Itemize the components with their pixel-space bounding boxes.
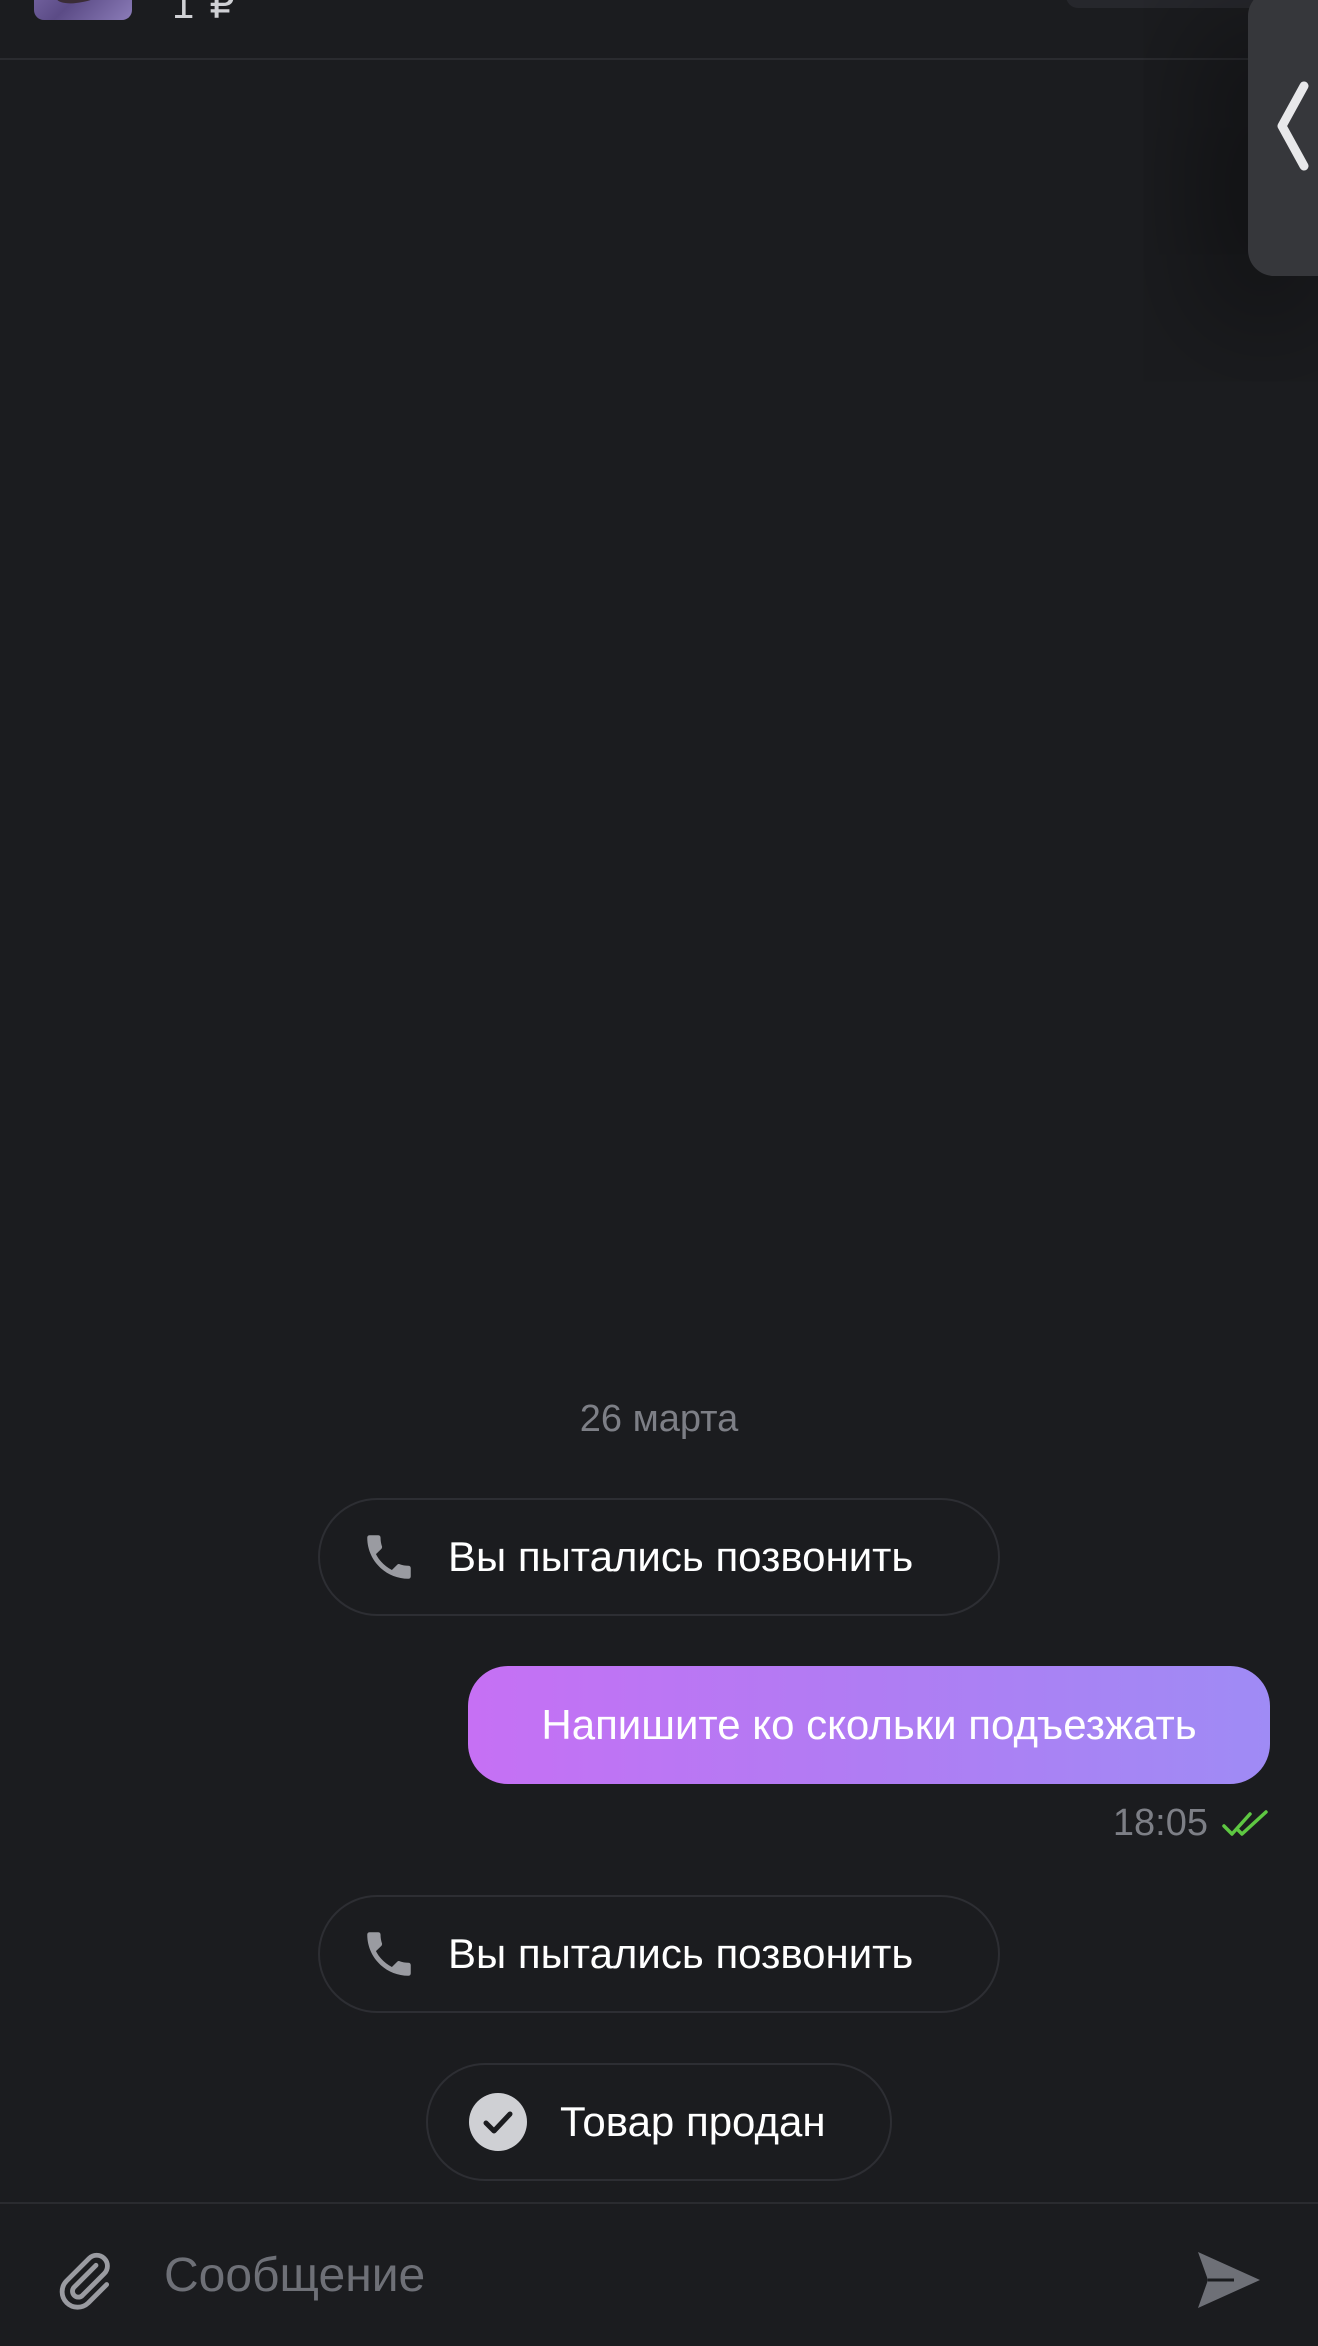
message-meta: 18:05 xyxy=(1113,1802,1270,1845)
message-text: Напишите ко скольки подъезжать xyxy=(541,1701,1197,1748)
item-sold-notice: Товар продан xyxy=(426,2063,892,2181)
date-separator: 26 марта xyxy=(579,1398,739,1440)
item-sold-label: Товар продан xyxy=(560,2098,826,2145)
attach-button[interactable] xyxy=(52,2248,116,2312)
phone-icon xyxy=(367,1535,411,1579)
outgoing-message-bubble[interactable]: Напишите ко скольки подъезжать xyxy=(468,1666,1270,1784)
double-check-icon xyxy=(1222,1809,1268,1836)
chat-header: 1 ₽ xyxy=(0,0,1318,60)
call-attempt-notice: Вы пытались позвонить xyxy=(318,1498,1000,1616)
listing-price: 1 ₽ xyxy=(172,0,237,27)
call-attempt-notice: Вы пытались позвонить xyxy=(318,1895,1000,2013)
send-icon xyxy=(1198,2252,1260,2308)
send-button[interactable] xyxy=(1194,2248,1264,2312)
call-attempt-label: Вы пытались позвонить xyxy=(448,1930,914,1977)
side-panel-tab[interactable] xyxy=(1248,0,1318,276)
phone-icon xyxy=(367,1932,411,1976)
chevron-left-icon xyxy=(1277,81,1309,171)
check-circle-icon xyxy=(469,2093,527,2151)
call-attempt-label: Вы пытались позвонить xyxy=(448,1533,914,1580)
message-composer xyxy=(0,2202,1318,2346)
message-input[interactable] xyxy=(164,2230,1144,2320)
chat-messages[interactable]: 26 марта Вы пытались позвонить Напишите … xyxy=(0,60,1318,2202)
listing-thumbnail[interactable] xyxy=(34,0,132,20)
header-action-pill[interactable] xyxy=(1066,0,1266,8)
message-time: 18:05 xyxy=(1112,1802,1208,1844)
paperclip-icon xyxy=(59,2252,110,2310)
